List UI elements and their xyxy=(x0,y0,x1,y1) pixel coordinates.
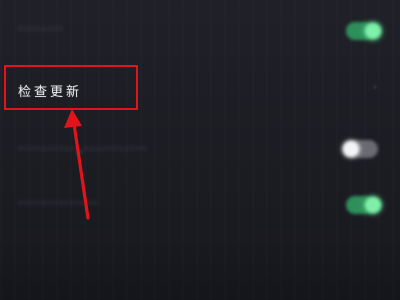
empty-area xyxy=(0,236,400,300)
settings-screen: ········ 检查更新 › ··········，··········· ·… xyxy=(0,0,400,300)
toggle-knob xyxy=(365,197,381,213)
check-update-label: 检查更新 xyxy=(18,85,83,100)
settings-row-3-toggle[interactable] xyxy=(342,140,378,158)
settings-row-4-label: ·············· xyxy=(18,196,100,210)
check-update-row[interactable]: 检查更新 xyxy=(0,62,400,120)
settings-row-1-label: ········ xyxy=(18,22,65,36)
chevron-right-icon: › xyxy=(373,82,377,93)
toggle-knob xyxy=(365,23,381,39)
settings-row-3-label: ··········，··········· xyxy=(18,142,149,156)
settings-row-1[interactable]: ········ xyxy=(0,0,400,62)
toggle-knob xyxy=(343,141,359,157)
settings-row-1-toggle[interactable] xyxy=(346,22,382,40)
settings-row-4-toggle[interactable] xyxy=(346,196,382,214)
